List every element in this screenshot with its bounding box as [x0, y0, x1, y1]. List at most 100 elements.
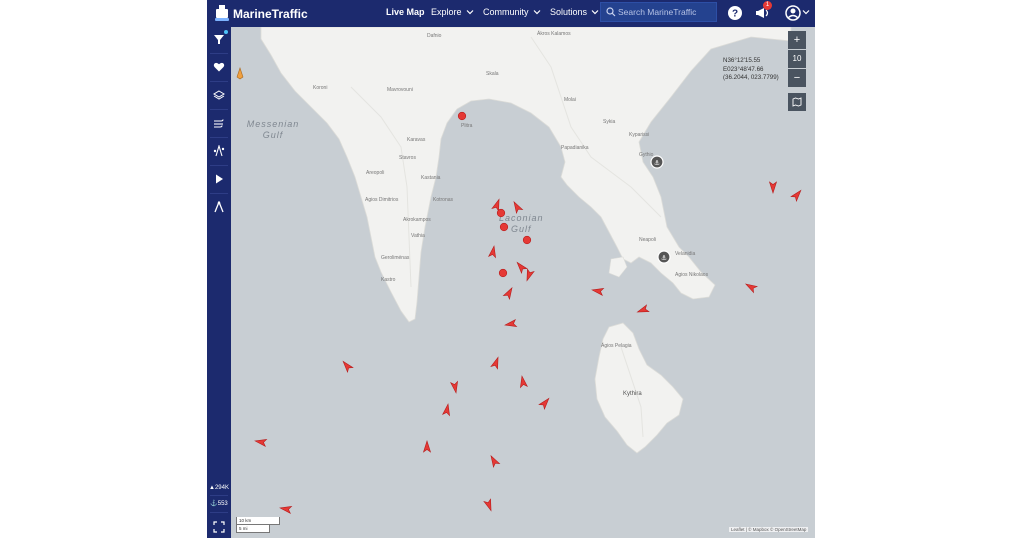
map-basemap: [231, 27, 815, 538]
place-label: Koroni: [313, 85, 328, 91]
special-vessel-icon[interactable]: [234, 67, 246, 81]
zoom-level: 10: [788, 50, 806, 68]
vessel-marker-icon[interactable]: [744, 280, 758, 294]
scale-bar-mi: 5 mi: [236, 525, 270, 533]
zoom-out-button[interactable]: −: [788, 69, 806, 87]
map-attribution[interactable]: Leaflet | © Mapbox © OpenStreetMap: [729, 527, 809, 532]
port-icon: ⚓: [210, 501, 218, 507]
chevron-down-icon[interactable]: [466, 8, 474, 16]
place-label: Akrokampos: [403, 217, 431, 223]
place-label: Plitra: [461, 123, 473, 129]
vessel-marker-icon[interactable]: [502, 286, 516, 300]
vessel-marker-icon[interactable]: [510, 200, 524, 214]
vessel-marker-icon[interactable]: [636, 303, 650, 317]
place-label: Neapoli: [639, 237, 656, 243]
nav-live-map[interactable]: Live Map: [386, 7, 425, 17]
search-box[interactable]: [600, 2, 717, 22]
divider: [210, 53, 228, 54]
vessel-count-stat[interactable]: ▲294K: [207, 485, 231, 491]
vessel-marker-icon[interactable]: [504, 317, 518, 331]
vessel-marker-icon[interactable]: [420, 440, 434, 454]
help-icon[interactable]: ?: [726, 4, 744, 22]
vessel-marker-icon[interactable]: [440, 403, 454, 417]
place-label: Sykia: [603, 119, 616, 125]
place-label: Kotronas: [433, 197, 454, 203]
place-label: Ágios Pelagia: [601, 343, 632, 349]
island-label-kythira: Kythira: [623, 391, 642, 397]
measure-button[interactable]: [207, 195, 231, 219]
search-input[interactable]: [618, 5, 714, 19]
divider: [210, 81, 228, 82]
filter-icon: [214, 35, 224, 44]
nav-explore[interactable]: Explore: [431, 7, 462, 17]
density-button[interactable]: [207, 139, 231, 163]
user-account-icon[interactable]: [784, 4, 802, 22]
anchored-vessel-icon[interactable]: [496, 208, 506, 218]
divider: [210, 512, 228, 513]
vessel-marker-icon[interactable]: [489, 356, 503, 370]
vessel-marker-icon[interactable]: [538, 396, 552, 410]
vessel-marker-icon[interactable]: [487, 454, 501, 468]
wind-icon: [214, 119, 224, 128]
port-count-stat[interactable]: ⚓553: [207, 500, 231, 507]
vessel-marker-icon[interactable]: [790, 188, 804, 202]
play-icon: [216, 174, 223, 184]
vessel-marker-icon[interactable]: [516, 375, 530, 389]
place-label: Velanidia: [675, 251, 696, 257]
zoom-in-button[interactable]: +: [788, 31, 806, 49]
filter-button[interactable]: [207, 27, 231, 51]
marinetraffic-logo-icon[interactable]: [213, 3, 231, 23]
vessel-marker-icon[interactable]: [766, 180, 780, 194]
place-label: Kastro: [381, 277, 396, 283]
vessel-marker-icon[interactable]: [482, 498, 496, 512]
svg-text:⚓: ⚓: [654, 159, 660, 167]
density-icon: [213, 145, 225, 157]
fullscreen-button[interactable]: [207, 515, 231, 538]
vessel-marker-icon[interactable]: [254, 435, 268, 449]
live-map-canvas[interactable]: Dafnio Ákros Kalamos Skala Plitra Molai …: [231, 27, 815, 538]
place-label: Vathia: [411, 233, 425, 239]
svg-text:⚓: ⚓: [661, 254, 667, 262]
anchored-vessel-icon[interactable]: [522, 235, 532, 245]
vessel-marker-icon[interactable]: [279, 502, 293, 516]
map-type-button[interactable]: [788, 93, 806, 111]
vessel-marker-icon[interactable]: [522, 268, 536, 282]
anchored-vessel-icon[interactable]: [499, 222, 509, 232]
port-marker-icon[interactable]: ⚓: [650, 155, 664, 169]
brand-name[interactable]: MarineTraffic: [233, 7, 308, 21]
playback-button[interactable]: [207, 167, 231, 191]
search-icon: [606, 7, 616, 17]
longitude-readout: E023°48'47.66: [723, 65, 764, 73]
place-label: Papadianika: [561, 145, 589, 151]
anchored-vessel-icon[interactable]: [498, 268, 508, 278]
place-label: Ákros Kalamos: [537, 31, 571, 37]
map-tools-sidebar: ▲294K ⚓553: [207, 27, 231, 538]
map-icon: [792, 97, 802, 107]
favorites-button[interactable]: [207, 55, 231, 79]
layers-button[interactable]: [207, 83, 231, 107]
decimal-readout: (36.2044, 023.7799): [723, 74, 779, 82]
vessel-marker-icon[interactable]: [340, 359, 354, 373]
place-label: Agios Dimitrios: [365, 197, 399, 203]
place-label: Dafnio: [427, 33, 442, 39]
scale-bar-km: 10 km: [236, 517, 280, 525]
vessel-marker-icon[interactable]: [486, 245, 500, 259]
place-label: Areopoli: [366, 170, 385, 176]
nav-community[interactable]: Community: [483, 7, 529, 17]
divider: [210, 137, 228, 138]
vessel-marker-icon[interactable]: [448, 380, 462, 394]
chevron-down-icon[interactable]: [591, 8, 599, 16]
place-label: Stavros: [399, 155, 416, 161]
layers-icon: [213, 90, 225, 100]
port-marker-icon[interactable]: ⚓: [657, 250, 671, 264]
cursor-coordinates: N36°12'15.55 E023°48'47.66 (36.2044, 023…: [723, 57, 779, 83]
anchored-vessel-icon[interactable]: [457, 111, 467, 121]
chevron-down-icon[interactable]: [533, 8, 541, 16]
nav-solutions[interactable]: Solutions: [550, 7, 587, 17]
chevron-down-icon[interactable]: [802, 8, 810, 16]
divider: [210, 495, 228, 496]
vessel-marker-icon[interactable]: [591, 284, 605, 298]
weather-button[interactable]: [207, 111, 231, 135]
svg-text:?: ?: [732, 9, 738, 20]
divider: [210, 193, 228, 194]
